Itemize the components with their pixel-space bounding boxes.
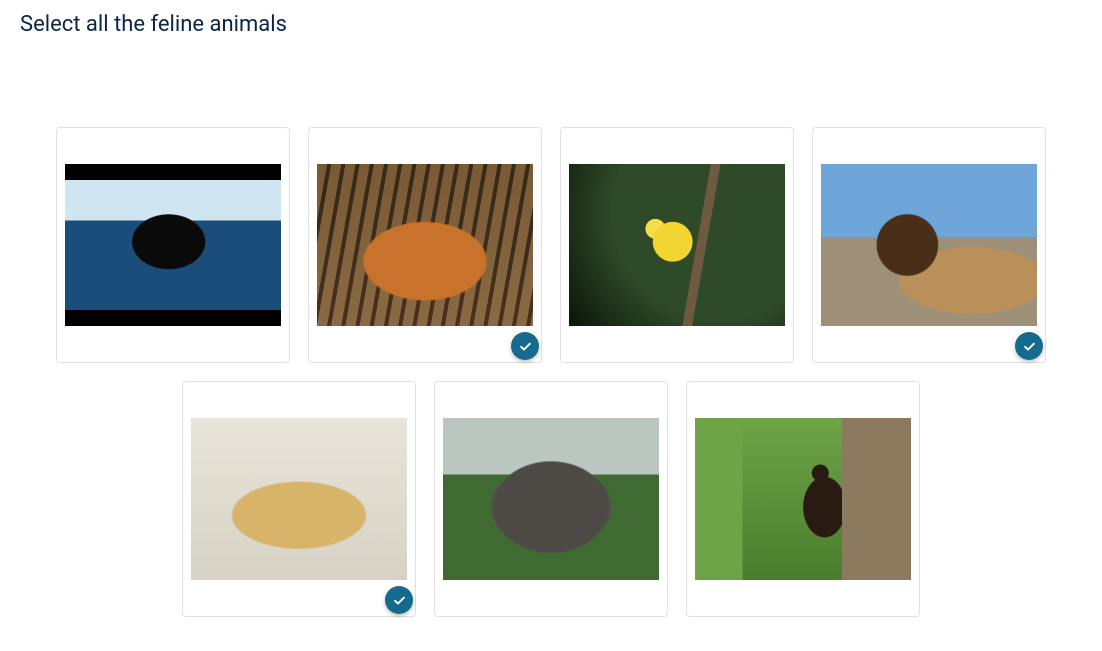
option-lion[interactable] (812, 127, 1046, 363)
selected-badge (385, 586, 413, 614)
image-lion (821, 164, 1037, 326)
selected-badge (511, 332, 539, 360)
option-orca[interactable] (56, 127, 290, 363)
image-canary (569, 164, 785, 326)
image-elephant (443, 418, 659, 580)
option-canary[interactable] (560, 127, 794, 363)
question-prompt: Select all the feline animals (20, 12, 1082, 37)
option-tiger[interactable] (308, 127, 542, 363)
option-bear[interactable] (686, 381, 920, 617)
check-icon (392, 593, 407, 608)
option-elephant[interactable] (434, 381, 668, 617)
option-leopard[interactable] (182, 381, 416, 617)
check-icon (518, 339, 533, 354)
image-grid (20, 127, 1082, 617)
image-bear (695, 418, 911, 580)
image-tiger (317, 164, 533, 326)
selected-badge (1015, 332, 1043, 360)
image-orca (65, 164, 281, 326)
grid-row-1 (56, 127, 1046, 363)
check-icon (1022, 339, 1037, 354)
image-leopard (191, 418, 407, 580)
grid-row-2 (182, 381, 920, 617)
